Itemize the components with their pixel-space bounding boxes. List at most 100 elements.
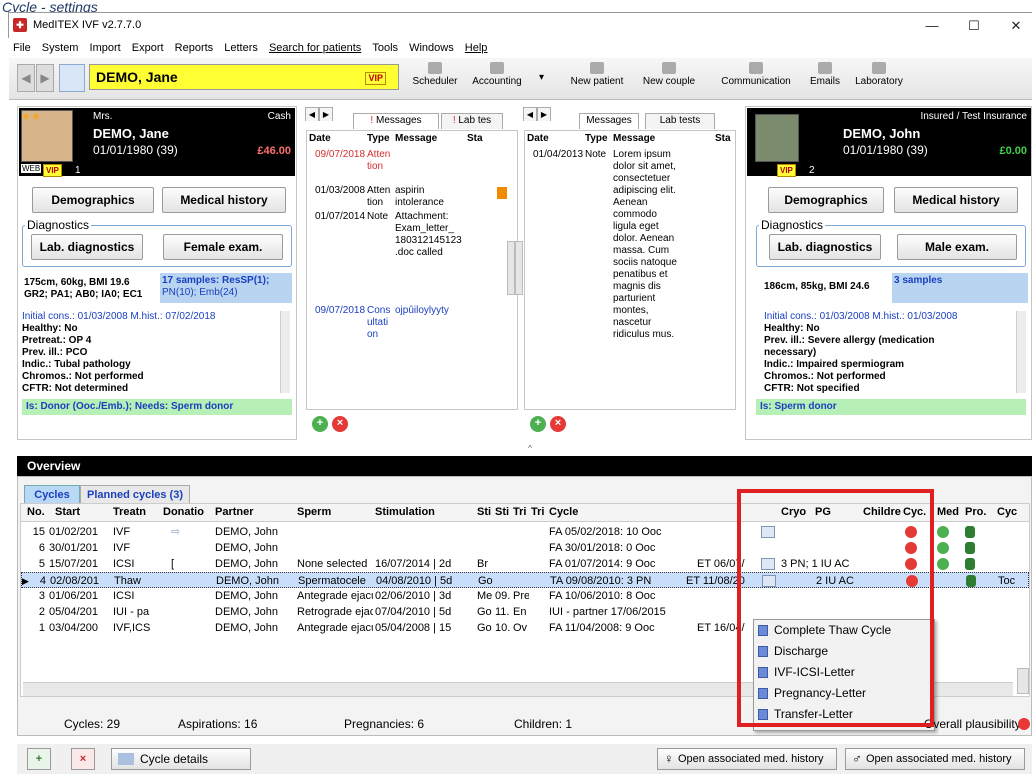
msg-date[interactable]: 09/07/2018: [315, 305, 365, 317]
col-start[interactable]: Start: [55, 504, 80, 520]
menu-search-patients[interactable]: Search for patients: [265, 38, 365, 54]
male-exam-button[interactable]: Male exam.: [897, 234, 1017, 260]
col-medication[interactable]: Med: [937, 504, 959, 520]
add-cycle-button[interactable]: +: [27, 748, 51, 770]
menu-tools[interactable]: Tools: [368, 38, 402, 54]
open-female-history-button[interactable]: ♀ Open associated med. history: [657, 748, 837, 770]
tab-scroll-left-icon[interactable]: ◀: [305, 107, 319, 121]
app-logo-icon: ✚: [13, 18, 27, 32]
emails-button[interactable]: Emails: [805, 60, 845, 98]
female-exam-button[interactable]: Female exam.: [163, 234, 283, 260]
grid-vertical-scrollbar[interactable]: [1017, 668, 1029, 694]
tab-male-messages[interactable]: Messages: [579, 113, 639, 129]
male-symbol-icon: ♂: [852, 751, 862, 766]
tab-cycles[interactable]: Cycles: [24, 485, 80, 503]
col-partner[interactable]: Partner: [215, 504, 254, 520]
laboratory-button[interactable]: Laboratory: [851, 60, 907, 98]
col-stimulation[interactable]: Stimulation: [375, 504, 435, 520]
col-date[interactable]: Date: [309, 133, 331, 144]
menu-reports[interactable]: Reports: [171, 38, 218, 54]
menu-letters[interactable]: Letters: [220, 38, 262, 54]
cell-stim-2: Me: [477, 590, 493, 602]
communication-button[interactable]: Communication: [719, 60, 793, 98]
messages-scrollbar[interactable]: [515, 241, 523, 295]
menu-windows[interactable]: Windows: [405, 38, 458, 54]
menu-help[interactable]: Help: [461, 38, 492, 54]
col-date[interactable]: Date: [527, 133, 549, 144]
forward-arrow-icon[interactable]: ▶: [36, 64, 54, 92]
cell-treatment: IUI - pa: [113, 606, 150, 618]
col-trigger-2[interactable]: Tri: [531, 504, 544, 520]
delete-message-icon[interactable]: ×: [550, 416, 566, 432]
col-stim-2[interactable]: Sti: [477, 504, 491, 520]
col-protocol[interactable]: Pro.: [965, 504, 986, 520]
col-donation[interactable]: Donatio: [163, 504, 213, 520]
female-info-scrollbar[interactable]: [280, 311, 290, 393]
female-demographics-button[interactable]: Demographics: [32, 187, 154, 213]
add-message-icon[interactable]: +: [312, 416, 328, 432]
col-trigger-1[interactable]: Tri: [513, 504, 526, 520]
female-prev-ill: Prev. ill.: PCO: [22, 347, 88, 358]
accounting-button[interactable]: Accounting: [467, 60, 527, 98]
tab-scroll-right-icon[interactable]: ▶: [537, 107, 551, 121]
male-info-scrollbar[interactable]: [1016, 311, 1026, 393]
msg-date[interactable]: 01/07/2014: [315, 211, 365, 223]
msg-date[interactable]: 01/04/2013: [533, 149, 583, 161]
delete-cycle-button[interactable]: ×: [71, 748, 95, 770]
maximize-button[interactable]: ☐: [959, 17, 989, 35]
panel-splitter[interactable]: ^: [400, 445, 660, 453]
menu-import[interactable]: Import: [86, 38, 125, 54]
close-button[interactable]: ✕: [1001, 17, 1031, 35]
female-lab-diagnostics-button[interactable]: Lab. diagnostics: [31, 234, 143, 260]
new-patient-button[interactable]: New patient: [565, 60, 629, 98]
back-arrow-icon[interactable]: ◀: [17, 64, 35, 92]
cycle-details-button[interactable]: Cycle details: [111, 748, 251, 770]
tab-scroll-left-icon[interactable]: ◀: [523, 107, 537, 121]
menu-file[interactable]: File: [9, 38, 35, 54]
col-message[interactable]: Message: [395, 133, 437, 144]
msg-date[interactable]: 09/07/2018: [315, 149, 365, 161]
col-message[interactable]: Message: [613, 133, 655, 144]
col-sperm[interactable]: Sperm: [297, 504, 331, 520]
messages-scrollbar[interactable]: [507, 241, 515, 295]
open-male-history-button[interactable]: ♂ Open associated med. history: [845, 748, 1025, 770]
col-no[interactable]: No.: [27, 504, 45, 520]
minimize-button[interactable]: —: [917, 17, 947, 35]
female-patient-card[interactable]: ★★ WEB VIP 1 Mrs. Cash DEMO, Jane 01/01/…: [19, 108, 295, 177]
scheduler-button[interactable]: Scheduler: [409, 60, 461, 98]
col-type[interactable]: Type: [585, 133, 608, 144]
col-status[interactable]: Sta: [467, 133, 483, 144]
col-stim-3[interactable]: Sti: [495, 504, 509, 520]
patient-search-icon[interactable]: [59, 64, 85, 92]
col-cycle[interactable]: Cycle: [549, 504, 578, 520]
accounting-dropdown-icon[interactable]: ▾: [539, 72, 544, 83]
female-healthy: Healthy: No: [22, 323, 78, 334]
plant-icon: [966, 575, 976, 587]
male-samples-box[interactable]: 3 samples: [892, 273, 1028, 303]
male-lab-diagnostics-button[interactable]: Lab. diagnostics: [769, 234, 881, 260]
col-status[interactable]: Sta: [715, 133, 731, 144]
male-patient-card[interactable]: VIP 2 Insured / Test Insurance DEMO, Joh…: [747, 108, 1031, 177]
col-cycle-extra[interactable]: Cyc: [997, 504, 1017, 520]
tab-female-lab-tests[interactable]: ! Lab tes: [441, 113, 503, 129]
msg-date[interactable]: 01/03/2008: [315, 185, 365, 197]
male-demographics-button[interactable]: Demographics: [768, 187, 884, 213]
new-couple-button[interactable]: New couple: [637, 60, 701, 98]
attachment-icon[interactable]: [497, 187, 507, 199]
menu-system[interactable]: System: [38, 38, 83, 54]
tab-female-messages[interactable]: ! Messages: [353, 113, 439, 129]
male-donor-status: Is: Sperm donor: [756, 399, 1026, 415]
female-samples-box[interactable]: 17 samples: ResSP(1); PN(10); Emb(24): [160, 273, 292, 303]
current-patient-field[interactable]: DEMO, Jane VIP: [89, 64, 399, 90]
menu-export[interactable]: Export: [128, 38, 168, 54]
cell-partner: DEMO, John: [215, 526, 278, 538]
tab-planned-cycles[interactable]: Planned cycles (3): [80, 485, 190, 503]
col-type[interactable]: Type: [367, 133, 390, 144]
delete-message-icon[interactable]: ×: [332, 416, 348, 432]
add-message-icon[interactable]: +: [530, 416, 546, 432]
male-medical-history-button[interactable]: Medical history: [894, 187, 1018, 213]
col-treatment[interactable]: Treatn: [113, 504, 146, 520]
tab-male-lab-tests[interactable]: Lab tests: [645, 113, 715, 129]
female-medical-history-button[interactable]: Medical history: [162, 187, 286, 213]
tab-scroll-right-icon[interactable]: ▶: [319, 107, 333, 121]
